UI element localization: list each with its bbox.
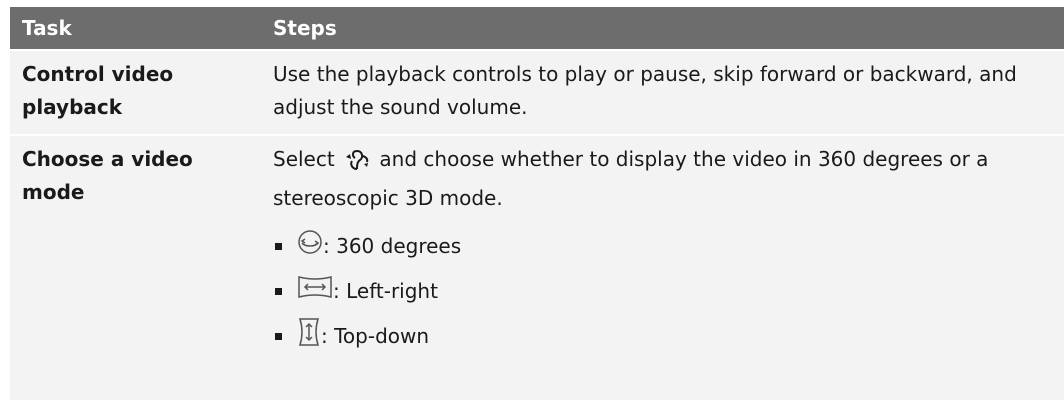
rotate-360-icon bbox=[344, 148, 370, 182]
option-label: : Left-right bbox=[333, 279, 438, 303]
option-label: : 360 degrees bbox=[323, 234, 462, 258]
header-task: Task bbox=[22, 16, 72, 40]
task-cell: Choose a video mode bbox=[10, 136, 273, 400]
steps-text-before: Select bbox=[273, 147, 335, 171]
task-label: Choose a video mode bbox=[22, 147, 193, 204]
left-right-icon bbox=[297, 274, 333, 310]
table-row: Control video playback Use the playback … bbox=[10, 49, 1064, 134]
top-down-icon bbox=[297, 317, 321, 357]
header-steps: Steps bbox=[273, 16, 337, 40]
steps-text: Use the playback controls to play or pau… bbox=[273, 62, 1017, 119]
list-item: : 360 degrees bbox=[273, 224, 1044, 269]
list-item: : Left-right bbox=[273, 269, 1044, 314]
list-item: : Top-down bbox=[273, 314, 1044, 359]
table-header: Task Steps bbox=[10, 7, 1064, 49]
steps-cell: Use the playback controls to play or pau… bbox=[273, 51, 1064, 134]
sphere-360-icon bbox=[297, 229, 323, 265]
steps-text-after: and choose whether to display the video … bbox=[273, 147, 989, 210]
task-cell: Control video playback bbox=[10, 51, 273, 134]
option-label: : Top-down bbox=[321, 324, 430, 348]
video-mode-list: : 360 degrees : Left-right: Top-down bbox=[273, 224, 1044, 359]
video-controls-table: Task Steps Control video playback Use th… bbox=[10, 7, 1064, 400]
steps-paragraph: Select and choose whether to display the… bbox=[273, 143, 1044, 215]
bullet-icon bbox=[275, 243, 282, 250]
steps-cell: Select and choose whether to display the… bbox=[273, 136, 1064, 400]
table-row: Choose a video mode Select and choose wh… bbox=[10, 134, 1064, 400]
task-label: Control video playback bbox=[22, 62, 174, 119]
bullet-icon bbox=[275, 333, 282, 340]
bullet-icon bbox=[275, 288, 282, 295]
